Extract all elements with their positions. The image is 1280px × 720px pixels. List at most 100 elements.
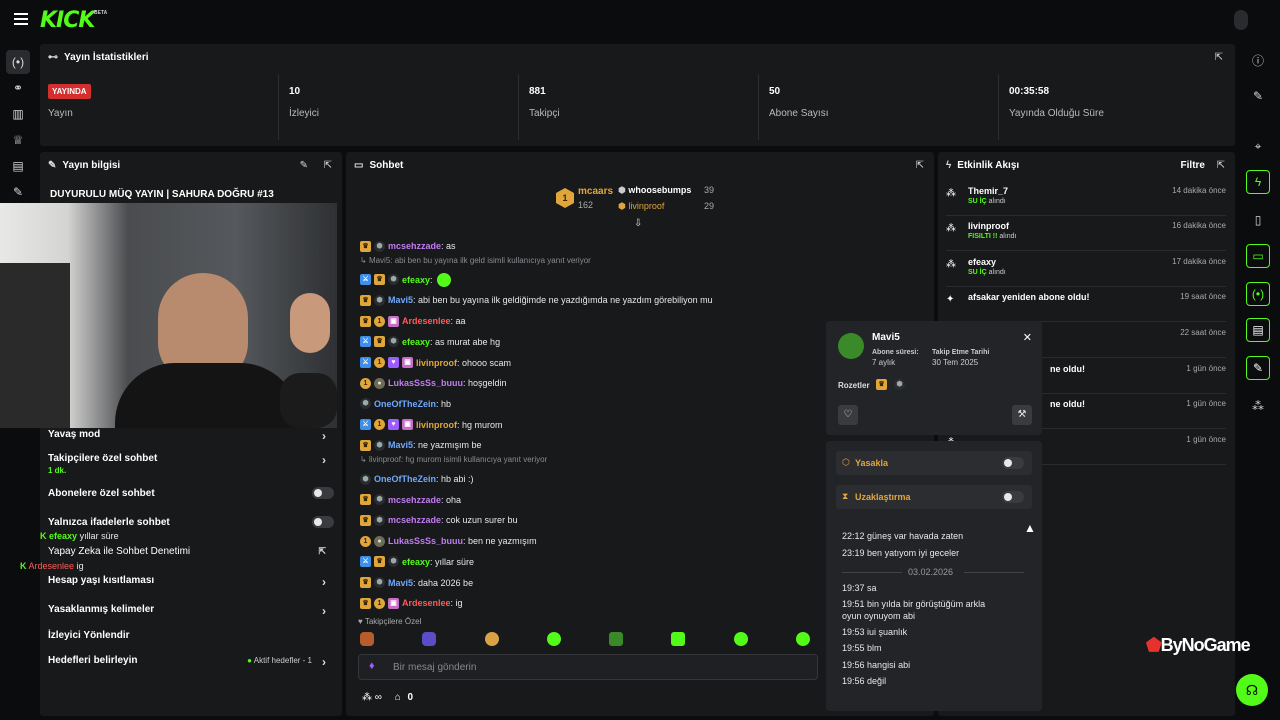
chat-username[interactable]: LukasSsSs_buuu — [388, 378, 463, 388]
broadcast-icon[interactable]: (•) — [6, 50, 30, 74]
users-icon[interactable]: ⁂ — [1246, 394, 1270, 418]
subs-only-toggle[interactable] — [312, 487, 334, 499]
filter-button[interactable]: Filtre — [1181, 160, 1205, 171]
activity-event[interactable]: ⁂ efeaxy SU İÇ alındı 17 dakika önce — [946, 253, 1226, 287]
expand-icon[interactable]: ⇱ — [1217, 160, 1225, 171]
users-icon: ⁂ — [946, 223, 956, 234]
chat-message[interactable]: ♛ ⬢ Mavi5: abi ben bu yayına ilk geldiğimd… — [360, 293, 713, 307]
expand-icon[interactable]: ⇱ — [324, 160, 332, 171]
reply-context: ↳ livinproof: hg murom isimli kullanıcıy… — [360, 455, 548, 464]
expand-icon[interactable]: ⇱ — [1215, 52, 1223, 63]
chat-username[interactable]: Ardesenlee — [402, 598, 451, 608]
focus-icon[interactable]: ⌖ — [1246, 134, 1270, 158]
kick-logo[interactable]: KICK — [40, 8, 95, 33]
stream-title[interactable]: DUYURULU MÜQ YAYIN | SAHURA DOĞRU #13 — [50, 189, 274, 200]
chat-input[interactable]: ♦ Bir mesaj gönderin — [358, 654, 818, 680]
chat-message[interactable]: ♛ 1 ▣ Ardesenlee: aa — [360, 314, 466, 328]
chat-message[interactable]: ⚔ 1 ♥ ▣ livinproof: ohooo scam — [360, 356, 511, 370]
collapse-icon[interactable]: ⇩ — [634, 218, 642, 229]
chat-username[interactable]: OneOfTheZein — [374, 474, 436, 484]
stats-panel: ⊷ Yayın İstatistikleri ⇱ YAYINDA Yayın 10… — [40, 44, 1235, 146]
chat-message[interactable]: 1 ● LukasSsSs_buuu: hoşgeldin — [360, 376, 507, 390]
broadcast-panel-icon[interactable]: (•) — [1246, 282, 1270, 306]
layout-icon[interactable]: ▤ — [1246, 318, 1270, 342]
library-icon[interactable]: ▤ — [6, 154, 30, 178]
info-icon[interactable]: ⓘ — [1246, 48, 1270, 72]
chat-username[interactable]: OneOfTheZein — [374, 399, 436, 409]
chat-username[interactable]: efeaxy — [402, 337, 430, 347]
chat-message[interactable]: ♛ ⬢ Mavi5: ne yazmışım be — [360, 438, 482, 452]
setting-ai-moderation[interactable]: Yapay Zeka ile Sohbet Denetimi ⇱ — [48, 546, 334, 557]
chat-username[interactable]: Ardesenlee — [402, 316, 451, 326]
chat-username[interactable]: mcsehzzade — [388, 495, 441, 505]
chat-username[interactable]: efeaxy — [402, 275, 430, 285]
chat-username[interactable]: mcsehzzade — [388, 515, 441, 525]
reply-icon: ↳ — [360, 455, 369, 464]
setting-banned-words[interactable]: Yasaklanmış kelimeler › — [48, 604, 334, 618]
ban-toggle[interactable] — [1002, 457, 1024, 469]
microphone-icon[interactable]: ♦ — [369, 660, 375, 672]
setting-redirect[interactable]: İzleyici Yönlendir — [48, 630, 334, 641]
link-icon[interactable]: ⚭ — [6, 76, 30, 100]
users-icon[interactable]: ⁂ ∞ — [362, 692, 382, 703]
setting-emote-only[interactable]: Yalnızca ifadelerle sohbet — [48, 517, 334, 528]
setting-goals[interactable]: Hedefleri belirleyin ● Aktif hedefler - … — [48, 655, 334, 669]
chat-message[interactable]: ♛ ⬢ Mavi5: daha 2026 be — [360, 576, 473, 590]
close-icon[interactable]: ✕ — [1023, 331, 1032, 344]
emote-icon[interactable] — [360, 632, 374, 646]
chat-username[interactable]: Mavi5 — [388, 578, 413, 588]
expand-icon[interactable]: ⇱ — [916, 160, 924, 171]
chat-username[interactable]: mcsehzzade — [388, 241, 441, 251]
timeout-toggle[interactable] — [1002, 491, 1024, 503]
emote-icon[interactable] — [733, 632, 748, 646]
chat-username[interactable]: LukasSsSs_buuu — [388, 536, 463, 546]
chat-message[interactable]: ⬢ OneOfTheZein: hb abi :) — [360, 472, 474, 486]
edit-icon[interactable]: ✎ — [1246, 84, 1270, 108]
lightning-icon[interactable]: ϟ — [1246, 170, 1270, 194]
setting-subs-only[interactable]: Abonelere özel sohbet — [48, 488, 334, 499]
emote-only-toggle[interactable] — [312, 516, 334, 528]
support-button[interactable]: ☊ — [1236, 674, 1268, 706]
chat-message[interactable]: ♛ ⬢ mcsehzzade: oha — [360, 493, 461, 507]
chat-message[interactable]: ⚔ ♛ ⬢ efeaxy: as murat abe hg — [360, 335, 500, 349]
chat-message[interactable]: ⚔ ♛ ⬢ efeaxy: — [360, 272, 451, 287]
chat-message[interactable]: ⚔ 1 ♥ ▣ livinproof: hg murom — [360, 418, 503, 432]
follow-heart-button[interactable]: ♡ — [838, 405, 858, 425]
menu-icon[interactable] — [14, 13, 28, 25]
chat-username[interactable]: Mavi5 — [388, 440, 413, 450]
chat-message[interactable]: ♛ ⬢ mcsehzzade: as — [360, 239, 456, 253]
document-icon[interactable]: ▯ — [1246, 208, 1270, 232]
store-icon[interactable]: ⌂ — [395, 692, 401, 703]
emote-icon[interactable] — [609, 632, 624, 646]
crown-badge-icon: ♛ — [360, 294, 371, 306]
emote-icon[interactable] — [422, 632, 437, 646]
chat-username[interactable]: Mavi5 — [388, 295, 413, 305]
chat-message[interactable]: 1 ● LukasSsSs_buuu: ben ne yazmışım — [360, 534, 537, 548]
emote-icon[interactable] — [671, 632, 686, 646]
tools-icon[interactable]: ✎ — [1246, 356, 1270, 380]
mod-action-button[interactable]: ⚒ — [1012, 405, 1032, 425]
chat-username[interactable]: livinproof — [416, 358, 457, 368]
edit-icon[interactable]: ✎ — [300, 160, 308, 171]
event-time: 14 dakika önce — [1172, 186, 1226, 195]
chart-icon[interactable]: ▥ — [6, 102, 30, 126]
activity-event[interactable]: ⁂ livinproof FISILTI !! alındı 16 dakika ön… — [946, 217, 1226, 251]
chat-message[interactable]: ♛ ⬢ mcsehzzade: cok uzun surer bu — [360, 513, 518, 527]
avatar[interactable] — [1234, 10, 1248, 30]
chat-message[interactable]: ⚔ ♛ ⬢ efeaxy: yıllar süre — [360, 555, 474, 569]
chat-message[interactable]: ⬢ OneOfTheZein: hb — [360, 397, 451, 411]
chat-message[interactable]: ♛ 1 ▣ Ardesenlee: ig — [360, 596, 463, 610]
activity-event[interactable]: ⁂ Themir_7 SU İÇ alındı 14 dakika önce — [946, 182, 1226, 216]
trophy-icon[interactable]: ♕ — [6, 128, 30, 152]
activity-event[interactable]: ✦ afsakar yeniden abone oldu! 19 saat önce — [946, 288, 1226, 322]
chat-icon[interactable]: ▭ — [1246, 244, 1270, 268]
emote-icon[interactable] — [484, 632, 499, 646]
chat-username[interactable]: livinproof — [416, 420, 457, 430]
wrench-icon[interactable]: ✎ — [6, 180, 30, 204]
setting-account-age[interactable]: Hesap yaşı kısıtlaması › — [48, 575, 334, 589]
chat-username[interactable]: efeaxy — [402, 557, 430, 567]
emote-icon[interactable] — [795, 632, 810, 646]
emote-icon[interactable] — [546, 632, 561, 646]
setting-slow-mode[interactable]: Yavaş mod › — [48, 429, 334, 443]
setting-followers-only[interactable]: Takipçilere özel sohbet › 1 dk. — [48, 453, 334, 475]
